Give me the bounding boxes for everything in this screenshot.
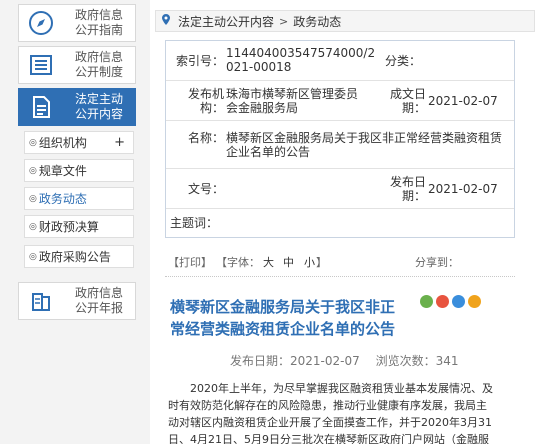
category-label-line1: 政府信息 bbox=[74, 50, 123, 64]
sidebar-category-system[interactable]: 政府信息 公开制度 bbox=[18, 46, 136, 84]
share-label: 分享到： bbox=[415, 256, 459, 269]
chevron-right-icon: > bbox=[279, 14, 289, 28]
document-icon bbox=[19, 89, 63, 125]
document-number-label: 文号： bbox=[187, 182, 224, 196]
created-date-label: 成文日 期： bbox=[389, 87, 426, 115]
category-label-line2: 公开制度 bbox=[74, 65, 123, 79]
report-icon bbox=[19, 283, 63, 319]
table-row: 发布机 构： 珠海市横琴新区管理委员 会金融服务局 成文日 期： 2021-02-07 bbox=[166, 81, 514, 121]
weibo-share-icon[interactable] bbox=[436, 295, 449, 308]
bullet-icon: ◎ bbox=[29, 137, 37, 148]
publisher-value: 珠海市横琴新区管理委员 会金融服务局 bbox=[226, 87, 359, 115]
category-label-line1: 政府信息 bbox=[74, 8, 123, 22]
category-label-line2: 公开指南 bbox=[74, 23, 123, 37]
name-label: 名称： bbox=[187, 131, 224, 145]
view-count: 341 bbox=[435, 354, 459, 368]
index-value: 114404003547574000/2 021-00018 bbox=[226, 46, 376, 74]
sidebar-item-label: 财政预决算 bbox=[38, 220, 99, 234]
font-medium-button[interactable]: 中 bbox=[283, 254, 294, 270]
keywords-label: 主题词： bbox=[170, 216, 219, 230]
divider bbox=[165, 276, 515, 277]
created-date-value: 2021-02-07 bbox=[428, 94, 498, 108]
category-label-line1: 政府信息 bbox=[74, 286, 123, 300]
sidebar-item-organization[interactable]: ◎ 组织机构 + bbox=[24, 131, 134, 154]
sidebar-item-news[interactable]: ◎ 政务动态 bbox=[24, 187, 134, 210]
paragraph-line: 动对辖区内融资租赁企业开展了全面摸查工作，并于2020年3月31 bbox=[168, 416, 492, 429]
table-row: 文号： 发布日 期： 2021-02-07 bbox=[166, 169, 514, 209]
category-label-line1: 法定主动 bbox=[74, 92, 123, 106]
table-row: 主题词： bbox=[166, 209, 514, 237]
category-label-line2: 公开年报 bbox=[74, 301, 123, 315]
article-tools: 【打印】 【字体： 大 中 小 】 分享到： bbox=[168, 254, 518, 270]
article-meta: 发布日期：2021-02-07 浏览次数：341 bbox=[230, 352, 459, 369]
table-row: 索引号： 114404003547574000/2 021-00018 分类： bbox=[166, 41, 514, 81]
sidebar-category-guide[interactable]: 政府信息 公开指南 bbox=[18, 4, 136, 42]
breadcrumb: 法定主动公开内容 > 政务动态 bbox=[155, 10, 535, 32]
font-small-button[interactable]: 小 bbox=[304, 254, 315, 270]
bullet-icon: ◎ bbox=[29, 193, 37, 204]
location-pin-icon bbox=[162, 14, 170, 28]
paragraph-line: 2020年上半年，为尽早掌握我区融资租赁业基本发展情况、及 bbox=[190, 382, 493, 395]
publish-date-label: 发布日期： bbox=[389, 175, 426, 203]
font-size-label: 【字体： bbox=[216, 256, 260, 269]
compass-icon bbox=[19, 5, 63, 41]
sidebar-category-report[interactable]: 政府信息 公开年报 bbox=[18, 282, 136, 320]
article-title: 横琴新区金融服务局关于我区非正 常经营类融资租赁企业名单的公告 bbox=[170, 298, 396, 338]
expand-icon[interactable]: + bbox=[114, 135, 125, 150]
sidebar: 政府信息 公开指南 政府信息 公开制度 法定主动 公开内容 ◎ 组织机构 + ◎ 规章… bbox=[0, 0, 150, 444]
print-button[interactable]: 【打印】 bbox=[168, 254, 212, 270]
sidebar-item-budget[interactable]: ◎ 财政预决算 bbox=[24, 215, 134, 238]
sidebar-item-regulations[interactable]: ◎ 规章文件 bbox=[24, 159, 134, 182]
breadcrumb-link-news[interactable]: 政务动态 bbox=[293, 13, 341, 30]
bullet-icon: ◎ bbox=[29, 251, 37, 262]
sidebar-item-label: 政务动态 bbox=[38, 192, 87, 206]
bullet-icon: ◎ bbox=[29, 221, 37, 232]
publisher-label: 发布机 构： bbox=[187, 87, 224, 115]
qzone-share-icon[interactable] bbox=[468, 295, 481, 308]
sidebar-item-procurement[interactable]: ◎ 政府采购公告 bbox=[24, 245, 134, 268]
paragraph-line: 日、4月21日、5月9日分三批次在横琴新区政府门户网站（金融服 bbox=[168, 433, 489, 444]
category-label-line2: 公开内容 bbox=[74, 107, 123, 121]
name-value: 横琴新区金融服务局关于我区非正常经营类融资租赁 企业名单的公告 bbox=[226, 131, 503, 159]
index-label: 索引号： bbox=[175, 54, 224, 68]
wechat-share-icon[interactable] bbox=[420, 295, 433, 308]
sidebar-item-label: 规章文件 bbox=[38, 164, 87, 178]
metadata-table: 索引号： 114404003547574000/2 021-00018 分类： 发… bbox=[165, 40, 515, 238]
publish-date-value: 2021-02-07 bbox=[428, 182, 498, 196]
publish-date: 2021-02-07 bbox=[290, 354, 360, 368]
view-count-label: 浏览次数： bbox=[375, 354, 436, 368]
list-icon bbox=[19, 47, 63, 83]
table-row: 名称： 横琴新区金融服务局关于我区非正常经营类融资租赁 企业名单的公告 bbox=[166, 121, 514, 169]
font-size-close: 】 bbox=[316, 256, 327, 269]
sidebar-item-label: 政府采购公告 bbox=[38, 250, 111, 264]
font-large-button[interactable]: 大 bbox=[263, 254, 274, 270]
qq-share-icon[interactable] bbox=[452, 295, 465, 308]
publish-date-label: 发布日期： bbox=[230, 354, 291, 368]
sidebar-category-statutory[interactable]: 法定主动 公开内容 bbox=[18, 88, 136, 126]
paragraph-line: 时有效防范化解存在的风险隐患，推动行业健康有序发展，我局主 bbox=[168, 399, 487, 412]
bullet-icon: ◎ bbox=[29, 165, 37, 176]
article-body: 2020年上半年，为尽早掌握我区融资租赁业基本发展情况、及 时有效防范化解存在的… bbox=[168, 380, 520, 444]
sidebar-item-label: 组织机构 bbox=[38, 136, 87, 150]
category-label: 分类： bbox=[385, 54, 422, 68]
breadcrumb-link-statutory[interactable]: 法定主动公开内容 bbox=[178, 13, 274, 30]
